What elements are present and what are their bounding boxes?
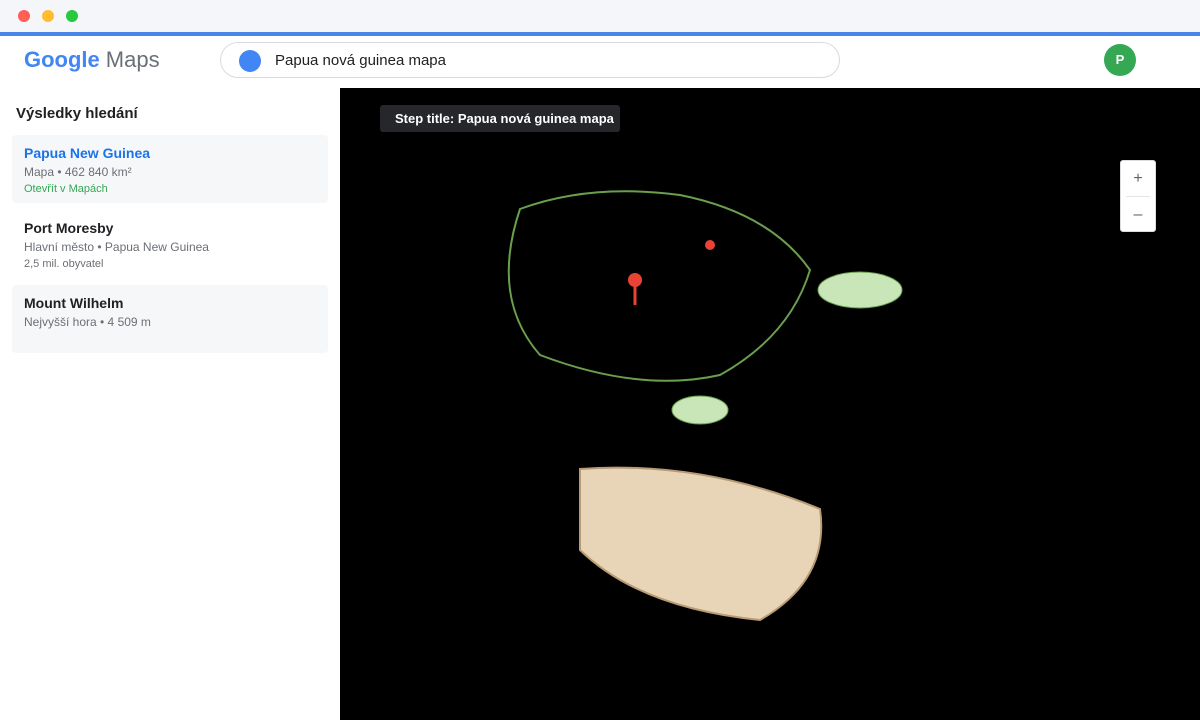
logo-google-text: Google	[24, 47, 100, 72]
search-box[interactable]: Papua nová guinea mapa	[220, 42, 840, 78]
close-window-icon[interactable]	[18, 10, 30, 22]
result-item-port-moresby[interactable]: Port Moresby Hlavní město • Papua New Gu…	[12, 210, 328, 278]
zoom-controls: + –	[1120, 160, 1156, 232]
result-item-papua-new-guinea[interactable]: Papua New Guinea Mapa • 462 840 km² Otev…	[12, 135, 328, 203]
window-titlebar	[0, 0, 1200, 32]
result-meta: Hlavní město • Papua New Guinea	[24, 240, 209, 254]
open-in-maps-link[interactable]: Otevřít v Mapách	[24, 183, 316, 195]
map-canvas[interactable]: Step title: Papua nová guinea mapa + –	[340, 88, 1200, 720]
result-item-mount-wilhelm[interactable]: Mount Wilhelm Nejvyšší hora • 4 509 m	[12, 285, 328, 353]
result-name[interactable]: Papua New Guinea	[24, 145, 316, 161]
red-dot-marker-icon[interactable]	[705, 240, 715, 250]
result-meta: Mapa • 462 840 km²	[24, 165, 132, 179]
small-island	[671, 395, 729, 425]
zoom-in-button[interactable]: +	[1121, 161, 1155, 196]
app-logo[interactable]: Google Maps	[24, 47, 160, 73]
result-name: Port Moresby	[24, 220, 114, 236]
map-pin-icon[interactable]	[628, 273, 642, 305]
result-meta: Nejvyšší hora • 4 509 m	[24, 315, 151, 329]
australia-landmass	[579, 466, 823, 622]
avatar[interactable]: P	[1104, 44, 1136, 76]
search-input[interactable]: Papua nová guinea mapa	[275, 52, 446, 69]
new-britain-island	[817, 271, 903, 309]
step-title-label: Step title: Papua nová guinea mapa	[380, 105, 620, 132]
minimize-window-icon[interactable]	[42, 10, 54, 22]
map-layer	[507, 190, 903, 622]
results-sidebar: Výsledky hledání Papua New Guinea Mapa •…	[0, 88, 340, 720]
result-population: 2,5 mil. obyvatel	[24, 258, 104, 270]
search-dot-icon	[239, 50, 261, 72]
new-guinea-island-outline	[507, 190, 812, 382]
result-name: Mount Wilhelm	[24, 295, 124, 311]
maximize-window-icon[interactable]	[66, 10, 78, 22]
app-header: Google Maps Papua nová guinea mapa P	[0, 36, 1200, 88]
sidebar-title: Výsledky hledání	[16, 105, 138, 122]
logo-maps-text: Maps	[105, 47, 160, 72]
zoom-out-button[interactable]: –	[1121, 197, 1155, 232]
